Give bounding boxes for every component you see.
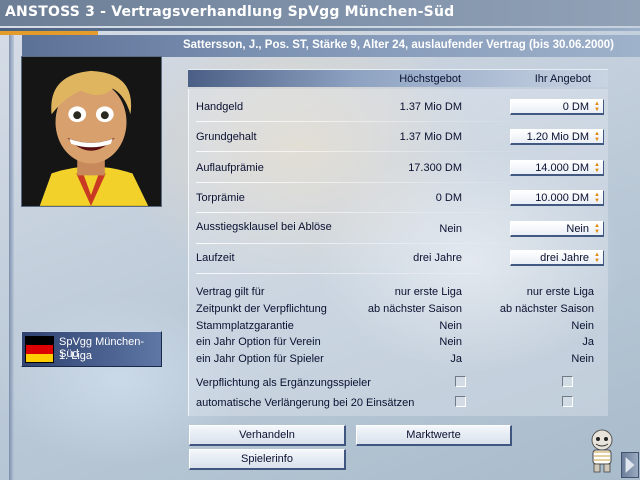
backup-player-offer-checkbox[interactable] [562,376,573,387]
flag-stripe [26,345,53,354]
max-bid-value: 1.37 Mio DM [399,131,462,143]
row-starting-guarantee: Stammplatzgarantie Nein Nein [196,320,606,335]
offer-value: 1.20 Mio DM [526,131,589,143]
row-goal-bonus: Torprämie 0 DM 10.000 DM ▲ ▼ [196,190,606,207]
row-backup-player: Verpflichtung als Ergänzungsspieler [196,377,606,392]
row-auto-extension: automatische Verlängerung bei 20 Einsätz… [196,397,606,412]
flag-stripe [26,337,53,346]
row-base-salary: Grundgehalt 1.37 Mio DM 1.20 Mio DM ▲ ▼ [196,129,606,146]
row-label: Stammplatzgarantie [196,320,294,332]
offer-value: ab nächster Saison [499,303,594,315]
signing-bonus-input[interactable]: 0 DM ▲ ▼ [510,99,604,115]
up-down-arrows-icon[interactable]: ▲ ▼ [592,192,602,204]
arrow-glyph [625,457,635,473]
row-label: automatische Verlängerung bei 20 Einsätz… [196,397,415,409]
row-separator [196,212,536,213]
up-down-arrows-icon[interactable]: ▲ ▼ [592,252,602,264]
row-label: ein Jahr Option für Spieler [196,353,324,365]
row-contract-scope: Vertrag gilt für nur erste Liga nur erst… [196,286,606,301]
offer-value: drei Jahre [540,252,589,264]
max-bid-value: ab nächster Saison [367,303,462,315]
row-label: Verpflichtung als Ergänzungsspieler [196,377,371,389]
up-down-arrows-icon[interactable]: ▲ ▼ [592,131,602,143]
offer-value: Nein [566,223,589,235]
offer-value: Nein [571,353,594,365]
row-label: Laufzeit [196,252,235,264]
row-appearance-bonus: Auflaufprämie 17.300 DM 14.000 DM ▲ ▼ [196,160,606,177]
window-title: ANSTOSS 3 - Vertragsverhandlung SpVgg Mü… [0,0,640,26]
duration-select[interactable]: drei Jahre ▲ ▼ [510,250,604,266]
row-separator [196,243,536,244]
player-info-bar: Sattersson, J., Pos. ST, Stärke 9, Alter… [22,35,640,57]
mascot-icon[interactable] [584,428,620,474]
row-club-option: ein Jahr Option für Verein Nein Ja [196,336,606,351]
offer-value: 10.000 DM [535,192,589,204]
corner-arrow-icon[interactable] [621,452,639,478]
goal-bonus-input[interactable]: 10.000 DM ▲ ▼ [510,190,604,206]
player-info-button[interactable]: Spielerinfo [189,449,346,470]
base-salary-input[interactable]: 1.20 Mio DM ▲ ▼ [510,129,604,145]
max-bid-value: Nein [439,336,462,348]
flag-stripe [26,353,53,362]
germany-flag-icon [25,336,54,363]
negotiate-button[interactable]: Verhandeln [189,425,346,446]
row-separator [196,151,536,152]
row-label: Grundgehalt [196,131,257,143]
offer-value: Nein [571,320,594,332]
max-bid-value: nur erste Liga [394,286,462,298]
header-max-bid: Höchstgebot [399,73,461,85]
row-label: Handgeld [196,101,244,113]
backup-player-max-checkbox [455,376,466,387]
row-label: Torprämie [196,192,245,204]
up-down-arrows-icon[interactable]: ▲ ▼ [592,162,602,174]
max-bid-value: Nein [439,320,462,332]
row-separator [196,273,536,274]
max-bid-value: 0 DM [435,192,462,204]
appearance-bonus-input[interactable]: 14.000 DM ▲ ▼ [510,160,604,176]
max-bid-value: Nein [439,223,462,235]
header-your-offer: Ihr Angebot [534,73,591,85]
market-values-button[interactable]: Marktwerte [356,425,512,446]
row-duration: Laufzeit drei Jahre drei Jahre ▲ ▼ [196,250,606,267]
row-player-option: ein Jahr Option für Spieler Ja Nein [196,353,606,368]
row-label: Zeitpunkt der Verpflichtung [196,303,327,315]
up-down-arrows-icon[interactable]: ▲ ▼ [592,223,602,235]
row-release-clause: Ausstiegsklausel bei Ablöse Nein Nein ▲ ▼ [196,221,606,237]
row-label: Ausstiegsklausel bei Ablöse [196,221,332,233]
auto-extension-max-checkbox [455,396,466,407]
offer-value: 0 DM [562,101,589,113]
column-header-row: Höchstgebot Ihr Angebot [188,69,608,87]
offer-value: nur erste Liga [526,286,594,298]
auto-extension-offer-checkbox[interactable] [562,396,573,407]
portrait-image [22,57,161,206]
club-badge: SpVgg München-Süd 1. Liga [21,331,162,367]
release-clause-select[interactable]: Nein ▲ ▼ [510,221,604,237]
row-signing-time: Zeitpunkt der Verpflichtung ab nächster … [196,303,606,318]
row-label: ein Jahr Option für Verein [196,336,321,348]
row-signing-bonus: Handgeld 1.37 Mio DM 0 DM ▲ ▼ [196,99,606,116]
player-portrait [21,56,162,207]
left-decoration-bar [9,35,14,480]
max-bid-value: drei Jahre [413,252,462,264]
row-separator [196,121,536,122]
club-league: 1. Liga [59,350,93,362]
max-bid-value: 17.300 DM [408,162,462,174]
row-separator [196,182,536,183]
row-label: Vertrag gilt für [196,286,265,298]
up-down-arrows-icon[interactable]: ▲ ▼ [592,101,602,113]
offer-value: Ja [582,336,594,348]
offer-value: 14.000 DM [535,162,589,174]
max-bid-value: Ja [450,353,462,365]
row-label: Auflaufprämie [196,162,264,174]
max-bid-value: 1.37 Mio DM [399,101,462,113]
